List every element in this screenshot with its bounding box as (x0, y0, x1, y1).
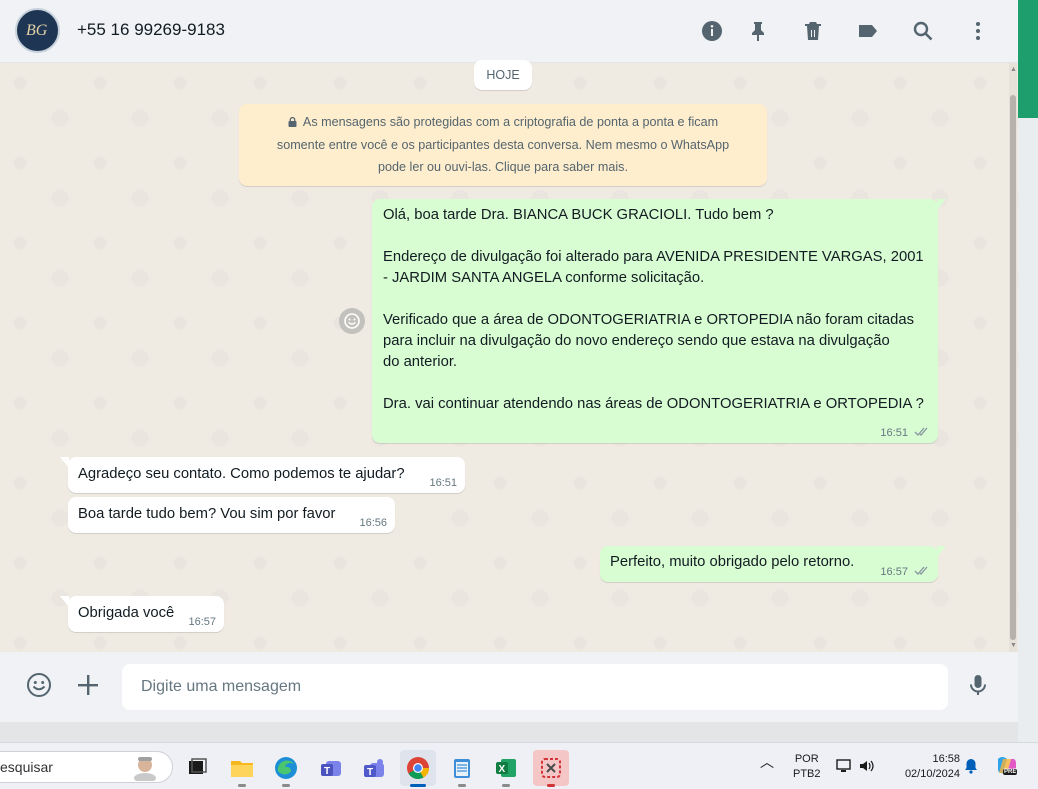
message-bubble-outgoing[interactable]: Olá, boa tarde Dra. BIANCA BUCK GRACIOLI… (372, 199, 946, 443)
svg-text:T: T (324, 766, 330, 777)
taskbar-clock[interactable]: 16:58 02/10/2024 (890, 752, 960, 782)
teams-icon[interactable]: T (356, 750, 392, 786)
keyboard-layout: PTB2 (793, 768, 821, 780)
message-composer (0, 652, 1018, 722)
message-input[interactable] (122, 664, 948, 710)
scroll-down-arrow-icon[interactable]: ▼ (1010, 642, 1017, 649)
attach-plus-icon[interactable] (73, 670, 103, 700)
volume-icon[interactable] (858, 758, 876, 774)
copilot-icon[interactable]: PRE (994, 753, 1020, 779)
message-meta: 16:57 (880, 565, 930, 578)
message-bubble-outgoing[interactable]: Perfeito, muito obrigado pelo retorno. 1… (600, 546, 946, 582)
snipping-tool-icon[interactable] (533, 750, 569, 787)
delete-icon[interactable] (800, 18, 826, 44)
encryption-notice-text: As mensagens são protegidas com a cripto… (276, 115, 730, 174)
message-time: 16:51 (880, 427, 908, 439)
clock-date: 02/10/2024 (904, 768, 960, 780)
message-bubble-incoming[interactable]: Agradeço seu contato. Como podemos te aj… (60, 457, 465, 493)
microphone-icon[interactable] (963, 670, 993, 700)
info-icon[interactable] (699, 18, 725, 44)
avatar-initials: BG (26, 22, 48, 39)
message-text: Boa tarde tudo bem? Vou sim por favor (78, 506, 336, 522)
network-icon[interactable] (836, 758, 854, 774)
message-time: 16:56 (359, 517, 387, 529)
chrome-icon[interactable] (400, 750, 436, 787)
message-bubble-incoming[interactable]: Obrigada você 16:57 (60, 596, 224, 632)
windows-taskbar: esquisar T T X ︿ POR PTB2 16:58 02/10/20… (0, 742, 1038, 789)
message-text: Obrigada você (78, 605, 175, 621)
search-icon[interactable] (910, 18, 936, 44)
tray-overflow-chevron-icon[interactable]: ︿ (760, 755, 774, 770)
excel-icon[interactable]: X (488, 750, 524, 787)
task-view-icon[interactable] (179, 750, 215, 786)
svg-text:X: X (499, 764, 506, 775)
message-text: Olá, boa tarde Dra. BIANCA BUCK GRACIOLI… (383, 207, 924, 412)
edge-browser-icon[interactable] (268, 750, 304, 787)
message-bubble-incoming[interactable]: Boa tarde tudo bem? Vou sim por favor 16… (68, 497, 395, 533)
clock-time: 16:58 (932, 753, 960, 765)
avatar[interactable]: BG (15, 8, 60, 53)
smiley-icon (344, 313, 360, 329)
pin-icon[interactable] (745, 18, 771, 44)
lock-icon (288, 117, 297, 127)
background-window-edge (1018, 0, 1038, 118)
scroll-up-arrow-icon[interactable]: ▲ (1010, 66, 1017, 73)
message-time: 16:57 (188, 616, 216, 628)
teams-classic-icon[interactable]: T (313, 750, 349, 786)
read-ticks-icon (914, 427, 928, 436)
day-separator: HOJE (474, 60, 532, 90)
copilot-badge: PRE (1003, 769, 1018, 775)
label-icon[interactable] (855, 18, 881, 44)
contact-name[interactable]: +55 16 99269-9183 (77, 20, 225, 40)
message-meta: 16:51 (880, 426, 930, 439)
message-text: Agradeço seu contato. Como podemos te aj… (78, 466, 405, 482)
menu-icon[interactable] (965, 18, 991, 44)
scrollbar-thumb[interactable] (1010, 95, 1016, 640)
emoji-icon[interactable] (24, 670, 54, 700)
file-explorer-icon[interactable] (224, 750, 260, 787)
message-text: Perfeito, muito obrigado pelo retorno. (610, 554, 855, 570)
taskbar-search-text: esquisar (0, 759, 53, 775)
whatsapp-window: BG +55 16 99269-9183 ▲ ▼ HOJE As mensage… (0, 0, 1018, 742)
message-time: 16:51 (429, 477, 457, 489)
language-indicator[interactable]: POR PTB2 (793, 752, 821, 782)
language-code: POR (794, 753, 819, 765)
svg-text:T: T (367, 767, 373, 778)
avatar-logo-icon: BG (26, 22, 48, 39)
notification-bell-icon[interactable] (963, 758, 979, 774)
encryption-notice[interactable]: As mensagens são protegidas com a cripto… (239, 104, 767, 186)
read-ticks-icon (914, 566, 928, 575)
notepad-icon[interactable] (444, 750, 480, 787)
chat-header: BG +55 16 99269-9183 (0, 0, 1018, 63)
message-time: 16:57 (880, 566, 908, 578)
emoji-react-button[interactable] (339, 308, 365, 334)
search-highlight-icon (134, 757, 156, 781)
